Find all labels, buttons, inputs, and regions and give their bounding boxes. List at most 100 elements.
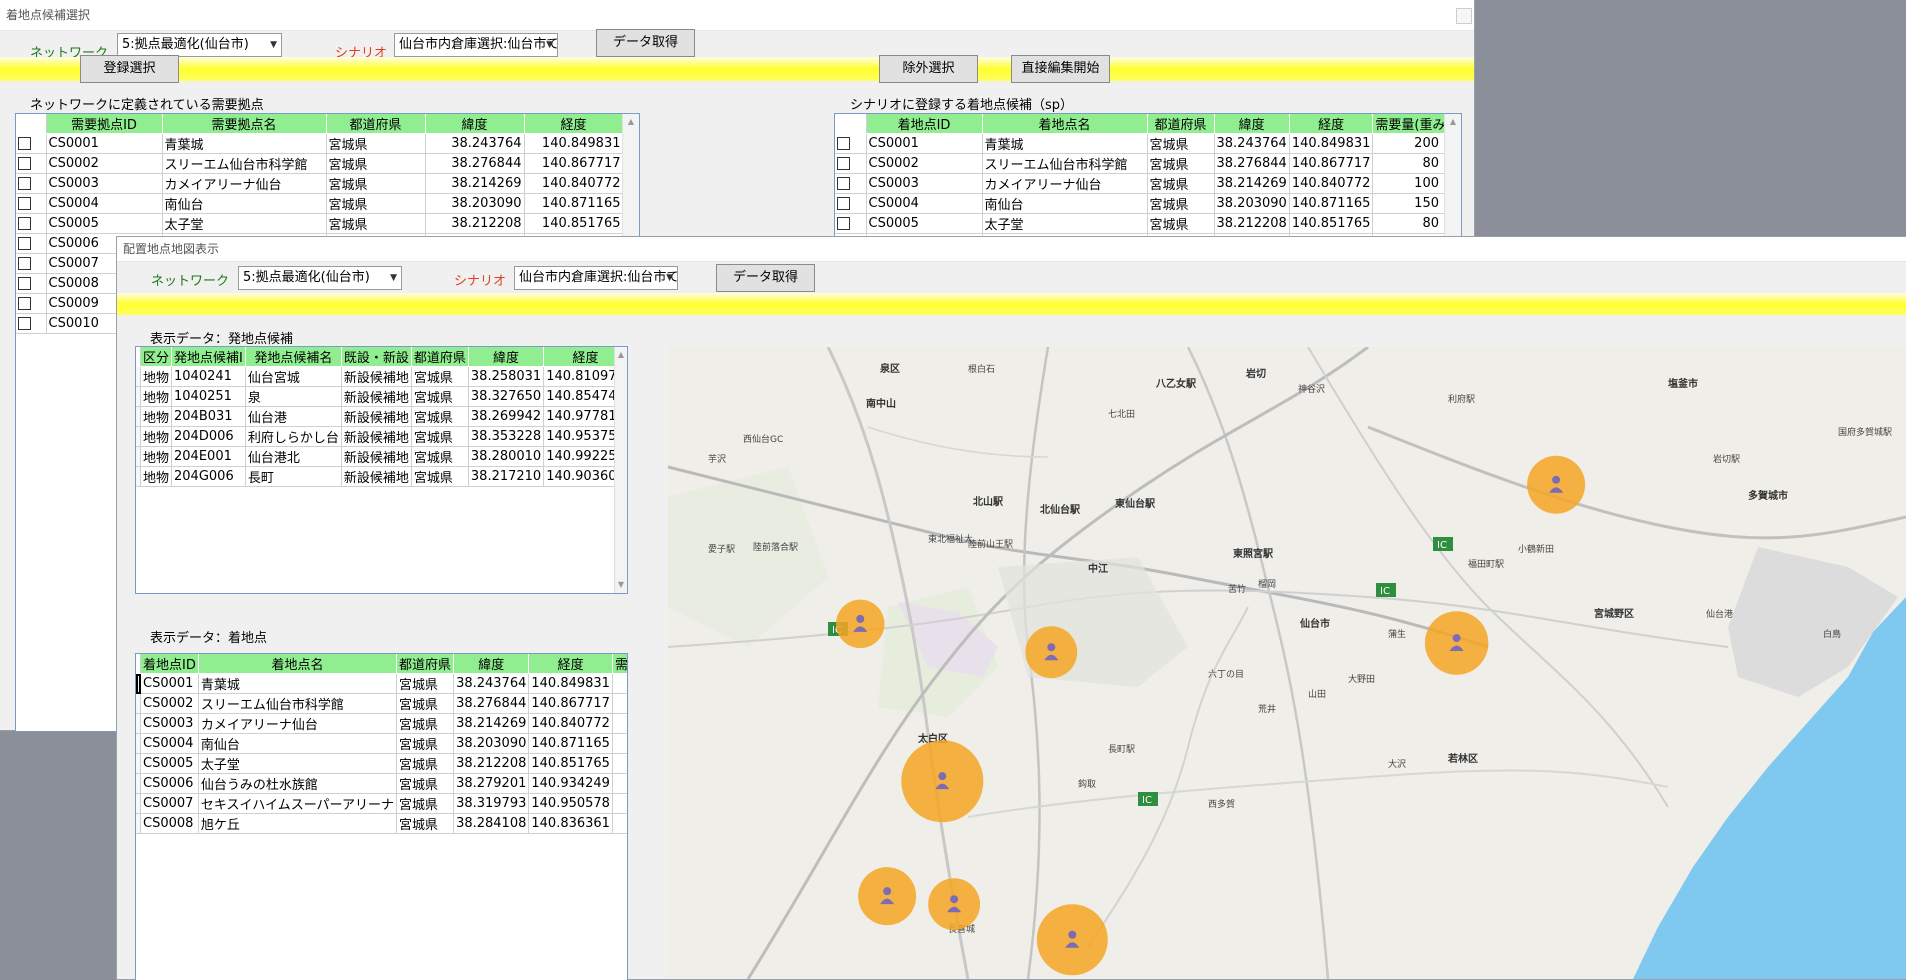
table-cell[interactable]: 200⇕ (1372, 133, 1454, 154)
table-row[interactable]: CS0002 スリーエム仙台市科学館 宮城県 38.276844 140.867717 (16, 153, 624, 174)
column-header[interactable]: 着地点ID (140, 654, 199, 674)
column-header[interactable]: 需要量(重み (612, 654, 627, 674)
row-checkbox[interactable] (18, 317, 31, 330)
row-checkbox[interactable] (18, 177, 31, 190)
row-checkbox[interactable] (837, 197, 850, 210)
column-header[interactable]: 都道府県 (396, 654, 455, 674)
network-select[interactable]: 5:拠点最適化(仙台市) ▼ (238, 266, 402, 290)
row-checkbox-cell[interactable] (835, 133, 867, 154)
vertical-scrollbar[interactable]: ▲ ▼ (614, 347, 627, 593)
row-checkbox-cell[interactable] (16, 273, 47, 294)
table-row[interactable]: CS0001青葉城宮城県38.243764140.849831200 (136, 673, 627, 694)
row-checkbox[interactable] (18, 257, 31, 270)
column-header[interactable]: 都道府県 (326, 114, 426, 134)
demand-marker[interactable] (858, 867, 917, 926)
column-header[interactable]: 発地点候補名 (245, 347, 342, 367)
table-row[interactable]: 地物 204G006 長町 新設候補地 宮城県 38.217210 140.903600 (136, 466, 627, 487)
table-row[interactable]: CS0001 青葉城 宮城県 38.243764 140.849831 (16, 133, 624, 154)
table-row[interactable]: 地物 204E001 仙台港北 新設候補地 宮城県 38.280010 140.992259 (136, 446, 627, 467)
table-row[interactable]: CS0007 セキスイハイムスーパーアリーナ 宮城県 38.319793 140.950… (136, 793, 627, 814)
table-row[interactable]: CS0001青葉城宮城県38.243764140.849831200⇕ (835, 133, 1454, 154)
table-row[interactable]: CS0003 カメイアリーナ仙台 宮城県 38.214269 140.840772 (16, 173, 624, 194)
table-cell[interactable]: 150⇕ (1372, 193, 1454, 214)
row-checkbox[interactable] (837, 217, 850, 230)
row-checkbox-cell[interactable] (835, 173, 867, 194)
row-checkbox[interactable] (18, 137, 31, 150)
row-checkbox-cell[interactable] (16, 313, 47, 334)
column-header[interactable]: 緯度 (1214, 114, 1290, 134)
scroll-up-icon[interactable]: ▲ (615, 347, 627, 363)
row-checkbox-cell[interactable] (16, 173, 47, 194)
column-header[interactable]: 経度 (1289, 114, 1374, 134)
row-checkbox-cell[interactable] (16, 293, 47, 314)
demand-marker[interactable] (1527, 455, 1586, 514)
demand-marker[interactable] (835, 599, 885, 649)
row-checkbox-cell[interactable] (16, 253, 47, 274)
map-canvas[interactable]: 泉区八乙女駅 岩切塩釜市南中山北山駅北仙台駅 東仙台駅 多賀城市東照宮駅仙台市 宮城野区… (668, 347, 1906, 979)
column-header[interactable]: 都道府県 (411, 347, 469, 367)
fetch-data-button[interactable]: データ取得 (596, 29, 695, 57)
column-header[interactable]: 既設・新設 (341, 347, 412, 367)
column-header[interactable]: 需要拠点名 (162, 114, 327, 134)
row-checkbox-cell[interactable] (835, 153, 867, 174)
row-checkbox[interactable] (18, 297, 31, 310)
column-header[interactable]: 着地点名 (198, 654, 398, 674)
row-checkbox-cell[interactable] (16, 213, 47, 234)
fetch-data-button[interactable]: データ取得 (716, 264, 815, 292)
table-row[interactable]: CS0004南仙台宮城県38.203090140.871165150 (136, 733, 627, 754)
table-row[interactable]: CS0005 太子堂 宮城県 38.212208 140.851765 (16, 213, 624, 234)
row-checkbox-cell[interactable] (16, 133, 47, 154)
column-header[interactable]: 経度 (528, 654, 613, 674)
table-row[interactable]: 地物 204B031 仙台港 新設候補地 宮城県 38.269942 140.977819 (136, 406, 627, 427)
column-header[interactable]: 区分 (140, 347, 173, 367)
table-row[interactable]: 地物 204D006 利府しらかし台 新設候補地 宮城県 38.353228 140.953… (136, 426, 627, 447)
row-checkbox-cell[interactable] (16, 233, 47, 254)
table-cell[interactable]: 100⇕ (1372, 173, 1454, 194)
row-checkbox[interactable] (18, 217, 31, 230)
direct-edit-button[interactable]: 直接編集開始 (1011, 55, 1110, 83)
row-checkbox[interactable] (837, 137, 850, 150)
table-row[interactable]: CS0005太子堂宮城県38.212208140.85176580⇕ (835, 213, 1454, 234)
origin-candidates-grid[interactable]: 区分 発地点候補I 発地点候補名 既設・新設 都道府県 緯度 経度 地物 1040241 仙台宮… (135, 346, 628, 594)
row-checkbox[interactable] (18, 277, 31, 290)
destinations-grid[interactable]: 着地点ID着地点名都道府県緯度経度需要量(重み CS0001青葉城宮城県38.2… (135, 653, 628, 980)
network-select[interactable]: 5:拠点最適化(仙台市) ▼ (117, 33, 282, 57)
column-header[interactable]: 緯度 (468, 347, 545, 367)
column-header[interactable]: 緯度 (453, 654, 530, 674)
row-checkbox[interactable] (837, 157, 850, 170)
row-checkbox[interactable] (18, 157, 31, 170)
table-row[interactable]: CS0006仙台うみの杜水族館宮城県38.279201140.934249120 (136, 773, 627, 794)
close-button[interactable] (1456, 8, 1472, 24)
scenario-select[interactable]: 仙台市内倉庫選択:仙台市て ▼ (394, 33, 558, 57)
row-checkbox[interactable] (18, 197, 31, 210)
table-row[interactable]: CS0008旭ケ丘宮城県38.284108140.83636170 (136, 813, 627, 834)
scroll-up-icon[interactable]: ▲ (623, 114, 639, 130)
row-checkbox-cell[interactable] (16, 193, 47, 214)
demand-marker[interactable] (1025, 626, 1078, 679)
column-header[interactable]: 需要量(重み) (1372, 114, 1454, 134)
table-row[interactable]: CS0003 カメイアリーナ仙台 宮城県 38.214269 140.840772 100… (835, 173, 1454, 194)
register-selection-button[interactable]: 登録選択 (80, 55, 179, 83)
scroll-up-icon[interactable]: ▲ (1445, 114, 1461, 130)
row-checkbox[interactable] (18, 237, 31, 250)
column-header[interactable]: 都道府県 (1147, 114, 1215, 134)
column-header[interactable]: 緯度 (425, 114, 525, 134)
scroll-down-icon[interactable]: ▼ (615, 577, 627, 593)
demand-marker[interactable] (1036, 904, 1108, 976)
table-row[interactable]: 地物 1040241 仙台宮城 新設候補地 宮城県 38.258031 140.810971 (136, 366, 627, 387)
table-cell[interactable]: 80⇕ (1372, 213, 1454, 234)
demand-marker[interactable] (901, 740, 984, 823)
map-view[interactable]: 泉区 八乙女駅 岩切 塩釜市 南中山 北山駅 北仙台駅 東仙台駅 多賀城市 東照宮駅 仙台市 宮城野区… (668, 347, 1906, 979)
table-row[interactable]: CS0005太子堂宮城県38.212208140.85176580 (136, 753, 627, 774)
scenario-select[interactable]: 仙台市内倉庫選択:仙台市て ▼ (514, 266, 678, 290)
table-row[interactable]: CS0004南仙台宮城県38.203090140.871165150⇕ (835, 193, 1454, 214)
table-row[interactable]: CS0002スリーエム仙台市科学館宮城県38.276844140.8677178… (835, 153, 1454, 174)
table-row[interactable]: CS0002スリーエム仙台市科学館宮城県38.276844140.8677178… (136, 693, 627, 714)
column-header[interactable]: 着地点ID (866, 114, 983, 134)
column-header[interactable]: 需要拠点ID (46, 114, 163, 134)
table-row[interactable]: 地物 1040251 泉新設候補地 宮城県 38.327650 140.854746 (136, 386, 627, 407)
row-checkbox[interactable] (837, 177, 850, 190)
demand-marker[interactable] (1424, 611, 1489, 675)
row-checkbox-cell[interactable] (835, 193, 867, 214)
exclude-selection-button[interactable]: 除外選択 (879, 55, 978, 83)
